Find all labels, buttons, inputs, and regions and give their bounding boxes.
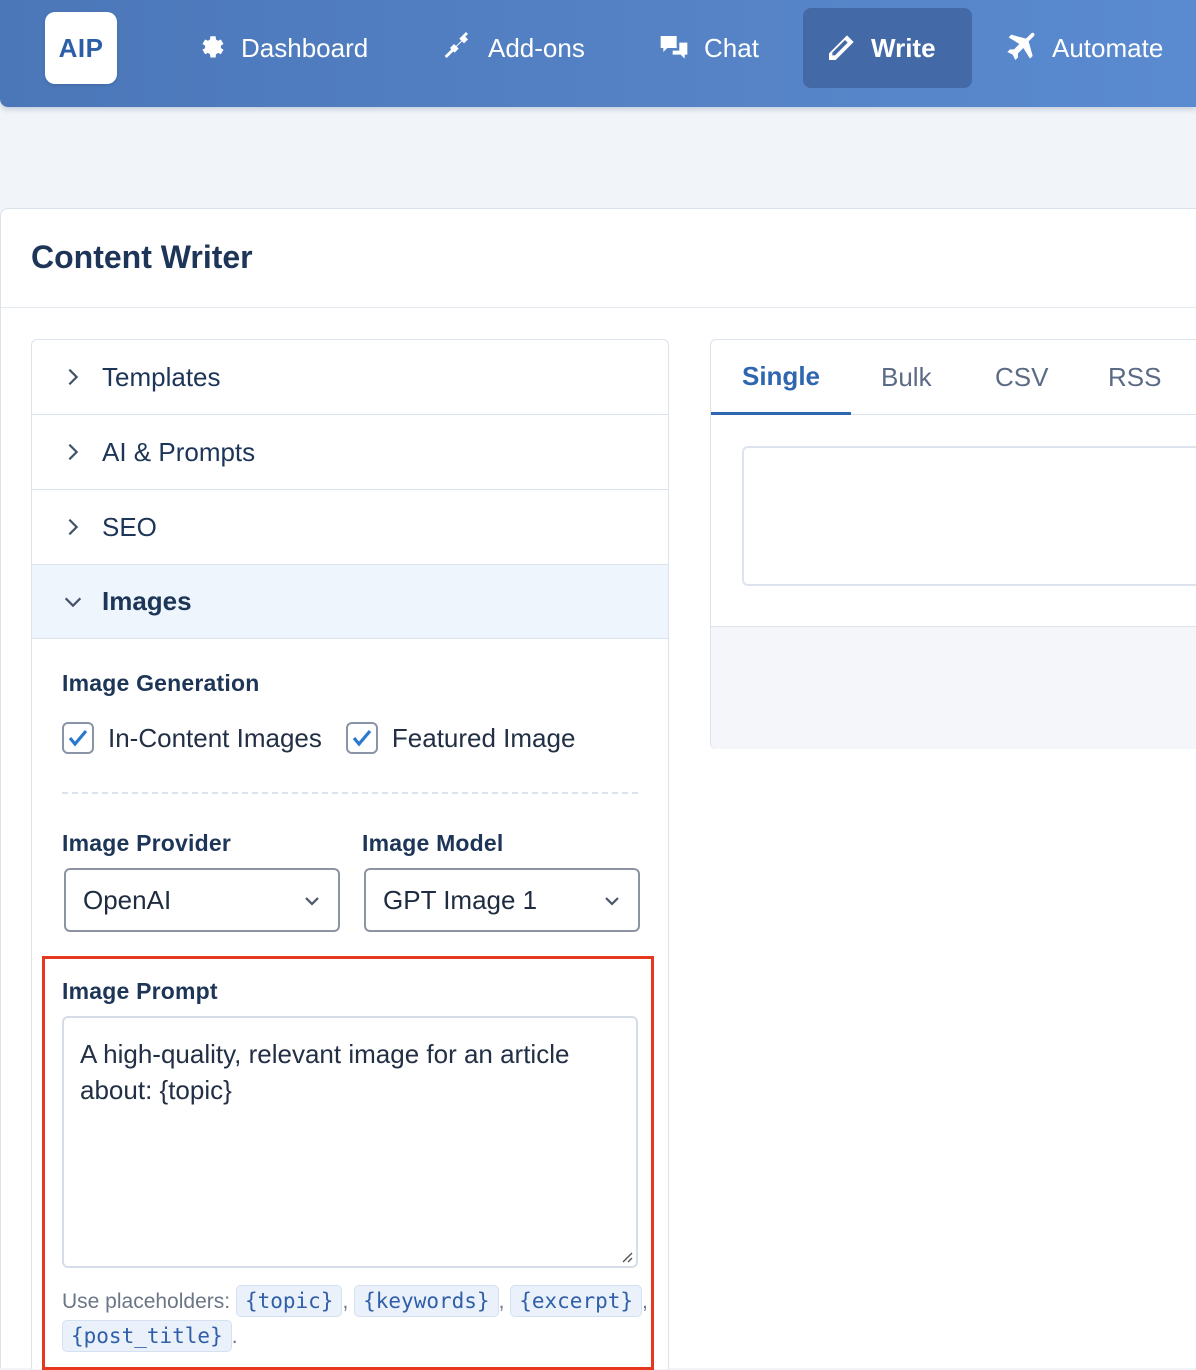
chat-bubbles-icon (660, 36, 688, 59)
mode-panel: Single Bulk CSV RSS (710, 339, 1196, 749)
chevron-down-icon (64, 597, 82, 607)
image-provider-select[interactable]: OpenAI (64, 868, 340, 932)
image-model-label: Image Model (362, 830, 504, 856)
resize-handle-icon[interactable] (619, 1249, 633, 1263)
placeholder-chip: {post_title} (62, 1320, 232, 1352)
pencil-icon (829, 35, 854, 60)
image-prompt-label: Image Prompt (62, 978, 218, 1004)
featured-image-checkbox[interactable] (345, 722, 378, 754)
tab-csv[interactable]: CSV (995, 340, 1048, 415)
accordion-label: SEO (102, 511, 157, 542)
accordion-seo[interactable]: SEO (32, 490, 668, 565)
accordion-label: AI & Prompts (102, 436, 256, 467)
plug-icon (444, 32, 468, 58)
nav-item-write[interactable]: Write (803, 8, 972, 88)
nav-label: Chat (704, 32, 759, 63)
chevron-right-icon (68, 443, 79, 461)
in-content-images-checkbox[interactable] (62, 722, 94, 754)
topic-input[interactable] (742, 446, 1196, 586)
placeholder-chip: {excerpt} (510, 1285, 643, 1317)
nav-label: Automate (1052, 32, 1164, 63)
placeholder-hint: Use placeholders: {topic}, {keywords}, {… (62, 1284, 652, 1354)
image-provider-label: Image Provider (62, 830, 231, 856)
page-title: Content Writer (31, 239, 253, 275)
top-nav: AIP Dashboard Add-ons Chat Write Automat… (0, 0, 1196, 107)
select-value: GPT Image 1 (383, 884, 538, 915)
textarea-value: A high-quality, relevant image for an ar… (80, 1039, 570, 1105)
accordion-images[interactable]: Images (32, 565, 668, 639)
placeholder-chip: {keywords} (354, 1285, 499, 1317)
tab-rss[interactable]: RSS (1108, 340, 1161, 415)
checkmark-icon (352, 729, 372, 747)
app-logo[interactable]: AIP (45, 12, 117, 84)
checkmark-icon (68, 729, 88, 747)
nav-item-chat[interactable]: Chat (636, 8, 781, 88)
nav-label: Dashboard (241, 32, 369, 63)
title-divider (1, 307, 1196, 308)
tab-bulk[interactable]: Bulk (881, 340, 932, 415)
chevron-right-icon (68, 368, 79, 386)
plane-icon (1007, 32, 1035, 60)
gear-icon (202, 36, 224, 58)
chevron-down-icon (605, 897, 619, 906)
mode-tabs: Single Bulk CSV RSS (711, 340, 1196, 415)
accordion-label: Images (102, 586, 192, 616)
chevron-down-icon (305, 897, 319, 906)
panel-footer (711, 626, 1196, 749)
section-divider (62, 792, 638, 794)
nav-label: Write (871, 32, 936, 63)
in-content-images-label[interactable]: In-Content Images (108, 723, 322, 754)
nav-item-automate[interactable]: Automate (984, 8, 1185, 88)
tab-single[interactable]: Single (711, 340, 851, 415)
placeholder-chip: {topic} (235, 1285, 343, 1317)
image-generation-label: Image Generation (62, 670, 260, 696)
accordion-label: Templates (102, 361, 221, 392)
image-model-select[interactable]: GPT Image 1 (364, 868, 640, 932)
nav-item-dashboard[interactable]: Dashboard (173, 8, 390, 88)
settings-accordion: Templates AI & Prompts SEO Images Image … (31, 339, 669, 1370)
content-writer-card: Content Writer Templates AI & Prompts SE… (0, 208, 1196, 1370)
chevron-right-icon (68, 518, 79, 536)
nav-label: Add-ons (488, 32, 585, 63)
image-prompt-textarea[interactable]: A high-quality, relevant image for an ar… (62, 1016, 638, 1268)
accordion-ai-prompts[interactable]: AI & Prompts (32, 415, 668, 490)
featured-image-label[interactable]: Featured Image (392, 723, 576, 754)
image-generation-options: In-Content Images Featured Image (62, 722, 575, 754)
select-value: OpenAI (83, 884, 172, 915)
hint-prefix: Use placeholders: (62, 1290, 231, 1313)
accordion-templates[interactable]: Templates (32, 340, 668, 415)
nav-item-add-ons[interactable]: Add-ons (420, 8, 607, 88)
